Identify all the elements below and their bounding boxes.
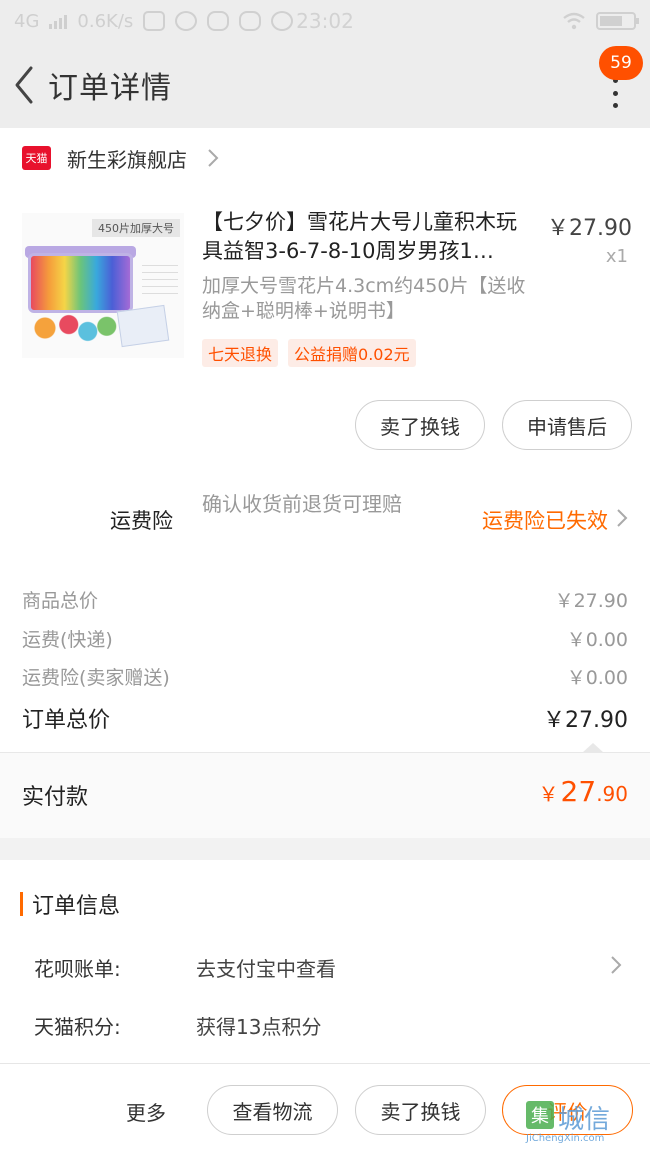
chevron-right-icon	[611, 956, 622, 974]
after-sale-button[interactable]: 申请售后	[502, 400, 632, 450]
cost-value: ￥0.00	[566, 629, 628, 651]
wechat-icon	[239, 11, 262, 31]
tag-seven-day-return: 七天退换	[202, 339, 279, 367]
cost-value: ￥0.00	[566, 667, 628, 689]
chevron-left-icon	[15, 66, 33, 104]
product-spec: 加厚大号雪花片4.3cm约450片【送收纳盒+聪明棒+说明书】	[202, 275, 526, 322]
product-actions: 卖了换钱 申请售后	[0, 375, 650, 475]
wechat-icon	[207, 11, 230, 31]
tmall-points-row: 天猫积分: 获得13点积分	[34, 1011, 321, 1040]
order-total-value: ￥27.90	[543, 708, 628, 733]
product-price: ￥27.90	[547, 216, 632, 241]
app-notification-icon	[143, 11, 166, 31]
signal-icon	[49, 13, 68, 29]
sell-for-cash-button[interactable]: 卖了换钱	[355, 1085, 486, 1135]
cost-label: 商品总价	[22, 590, 99, 612]
paid-amount-row: 实付款 ￥ 27 .90	[0, 752, 650, 838]
product-quantity: x1	[605, 246, 628, 267]
nav-bar: 订单详情 59	[0, 42, 650, 128]
product-image[interactable]: 450片加厚大号	[22, 213, 184, 358]
tag-charity: 公益捐赠0.02元	[288, 339, 416, 367]
battery-icon	[596, 12, 639, 30]
order-total-row: 订单总价 ￥27.90	[22, 702, 628, 734]
insurance-description: 确认收货前退货可理赔	[202, 492, 402, 516]
message-icon	[271, 11, 294, 31]
info-key: 天猫积分:	[34, 1015, 121, 1039]
order-total-label: 订单总价	[22, 708, 111, 733]
qq-icon	[175, 11, 198, 31]
cost-label: 运费(快递)	[22, 629, 113, 651]
cost-value: ￥27.90	[554, 590, 628, 612]
cost-row-shipping: 运费(快递) ￥0.00	[22, 625, 628, 652]
back-button[interactable]	[2, 42, 46, 128]
cost-row-insurance: 运费险(卖家赠送) ￥0.00	[22, 663, 628, 690]
info-key: 花呗账单:	[34, 957, 121, 981]
chevron-right-icon	[617, 509, 628, 527]
paid-amount: ￥ 27 .90	[538, 775, 628, 808]
product-item[interactable]: 450片加厚大号 【七夕价】雪花片大号儿童积木玩具益智3-6-7-8-10周岁男…	[0, 188, 650, 375]
chevron-right-icon	[208, 149, 219, 167]
insurance-label: 运费险	[110, 509, 173, 533]
order-info-section: 订单信息 花呗账单: 去支付宝中查看 天猫积分: 获得13点积分	[0, 860, 650, 1070]
network-speed: 0.6K/s	[77, 10, 134, 32]
info-value: 获得13点积分	[196, 1015, 322, 1039]
insurance-status: 运费险已失效	[482, 509, 608, 533]
more-menu-icon[interactable]	[610, 78, 620, 108]
page-title: 订单详情	[48, 71, 172, 106]
status-time: 23:02	[296, 9, 354, 33]
product-image-caption: 450片加厚大号	[92, 219, 180, 237]
info-value: 去支付宝中查看	[196, 957, 336, 981]
watermark-logo: 集 城信 JiChengXin.com	[526, 1101, 644, 1147]
cost-breakdown: 商品总价 ￥27.90 运费(快递) ￥0.00 运费险(卖家赠送) ￥0.00…	[0, 570, 650, 753]
store-row[interactable]: 天猫 新生彩旗舰店	[0, 128, 650, 188]
order-info-heading: 订单信息	[20, 888, 120, 920]
paid-label: 实付款	[22, 785, 89, 810]
more-button[interactable]: 更多	[126, 1097, 166, 1126]
status-bar: 4G 0.6K/s 23:02	[0, 0, 650, 42]
shipping-insurance-row[interactable]: 运费险 确认收货前退货可理赔 运费险已失效	[0, 475, 650, 570]
cost-row-goods: 商品总价 ￥27.90	[22, 586, 628, 613]
network-type: 4G	[14, 10, 40, 32]
wifi-icon	[563, 12, 585, 30]
cost-label: 运费险(卖家赠送)	[22, 667, 170, 689]
view-logistics-button[interactable]: 查看物流	[207, 1085, 338, 1135]
huabei-bill-row[interactable]: 花呗账单: 去支付宝中查看	[34, 953, 336, 982]
sell-for-cash-button[interactable]: 卖了换钱	[355, 400, 485, 450]
tmall-logo: 天猫	[22, 146, 51, 170]
product-title: 【七夕价】雪花片大号儿童积木玩具益智3-6-7-8-10周岁男孩1…	[202, 210, 517, 263]
store-name: 新生彩旗舰店	[67, 147, 187, 172]
message-count-badge[interactable]: 59	[599, 46, 643, 80]
